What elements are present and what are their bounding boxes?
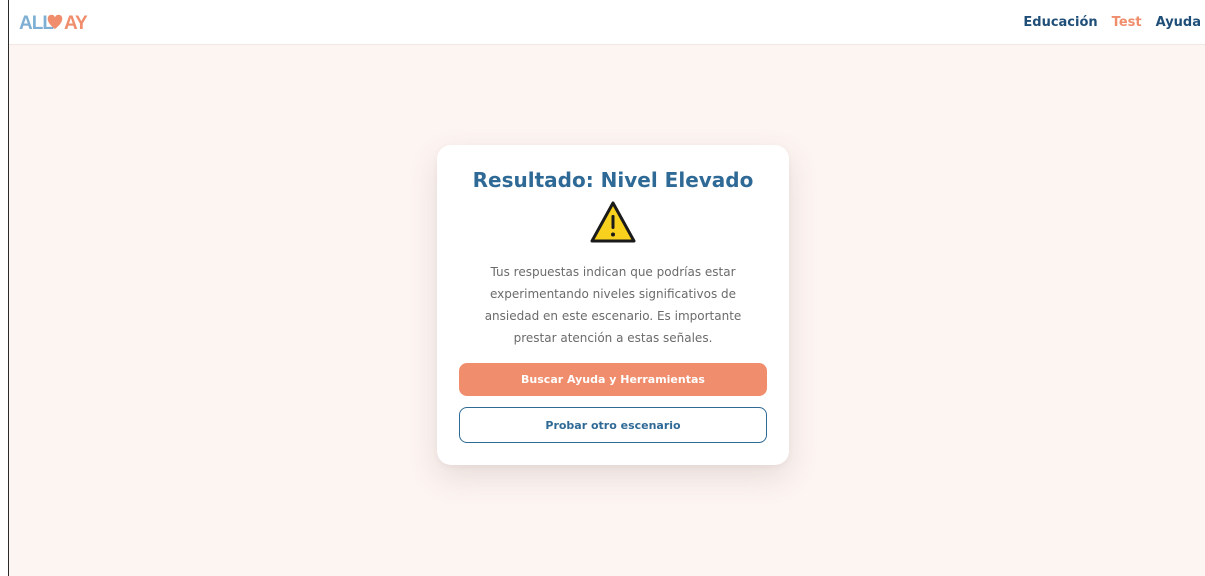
svg-text:AY: AY: [64, 13, 88, 34]
find-help-button[interactable]: Buscar Ayuda y Herramientas: [459, 363, 767, 396]
main-nav: Educación Test Ayuda: [1023, 15, 1201, 30]
brand-logo[interactable]: ALL AY: [19, 9, 89, 35]
nav-educacion[interactable]: Educación: [1023, 15, 1097, 30]
top-navbar: ALL AY Educación Test Ayuda: [9, 0, 1205, 45]
result-card: Resultado: Nivel Elevado Tus respuestas …: [437, 145, 789, 465]
nav-test[interactable]: Test: [1112, 15, 1142, 30]
warning-triangle-icon: [590, 201, 636, 243]
nav-ayuda[interactable]: Ayuda: [1156, 15, 1201, 30]
result-message: Tus respuestas indican que podrías estar…: [484, 265, 742, 345]
result-title: Resultado: Nivel Elevado: [472, 168, 754, 192]
try-another-scenario-button[interactable]: Probar otro escenario: [459, 407, 767, 443]
